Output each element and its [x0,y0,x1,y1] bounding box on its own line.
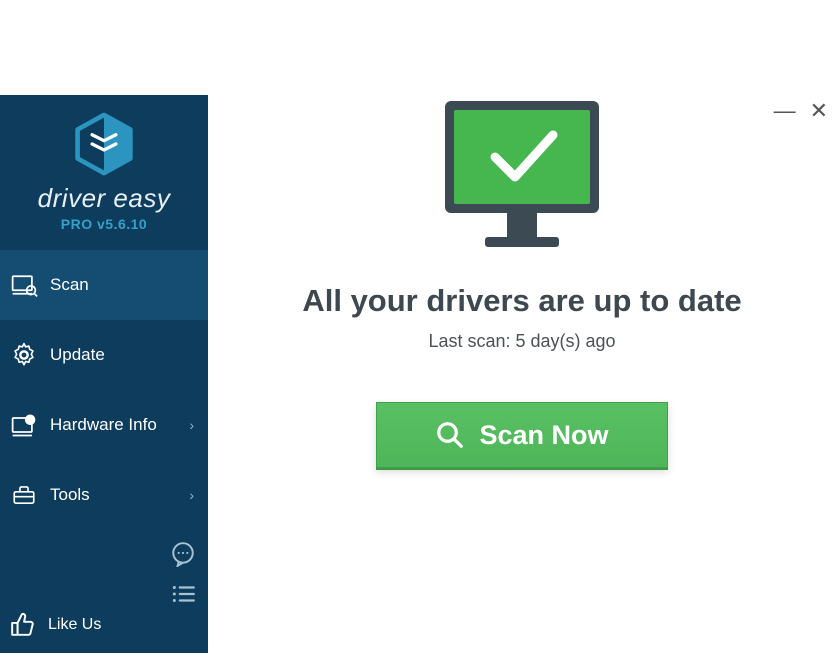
sidebar-item-label: Tools [50,485,189,505]
last-scan-text: Last scan: 5 day(s) ago [208,331,836,352]
gear-icon [10,341,38,369]
status-headline: All your drivers are up to date [208,283,836,319]
sidebar-item-scan[interactable]: Scan [0,250,208,320]
main-content: All your drivers are up to date Last sca… [208,95,836,653]
toolbox-icon [10,481,38,509]
chevron-right-icon: › [189,417,194,433]
feedback-icon[interactable] [170,541,196,567]
hardware-info-icon: i [10,411,38,439]
like-us-label: Like Us [48,616,101,634]
sidebar-item-tools[interactable]: Tools › [0,460,208,530]
thumbs-up-icon [10,611,38,639]
close-button[interactable]: ✕ [810,103,828,119]
like-us-button[interactable]: Like Us [0,603,208,647]
app-name: driver easy [0,183,208,214]
app-logo-icon [71,111,137,177]
minimize-button[interactable]: — [774,103,796,119]
sidebar-item-hardware[interactable]: i Hardware Info › [0,390,208,460]
search-icon [435,420,465,450]
sidebar-item-update[interactable]: Update [0,320,208,390]
scan-icon [10,271,38,299]
sidebar-item-label: Update [50,345,194,365]
svg-text:i: i [29,416,31,425]
chevron-right-icon: › [189,487,194,503]
sidebar: driver easy PRO v5.6.10 Scan Update [0,95,208,653]
scan-button-label: Scan Now [479,420,608,451]
monitor-check-illustration [437,95,607,263]
scan-now-button[interactable]: Scan Now [376,402,668,468]
app-version: PRO v5.6.10 [0,216,208,232]
sidebar-item-label: Scan [50,275,194,295]
logo-area: driver easy PRO v5.6.10 [0,95,208,250]
sidebar-item-label: Hardware Info [50,415,189,435]
